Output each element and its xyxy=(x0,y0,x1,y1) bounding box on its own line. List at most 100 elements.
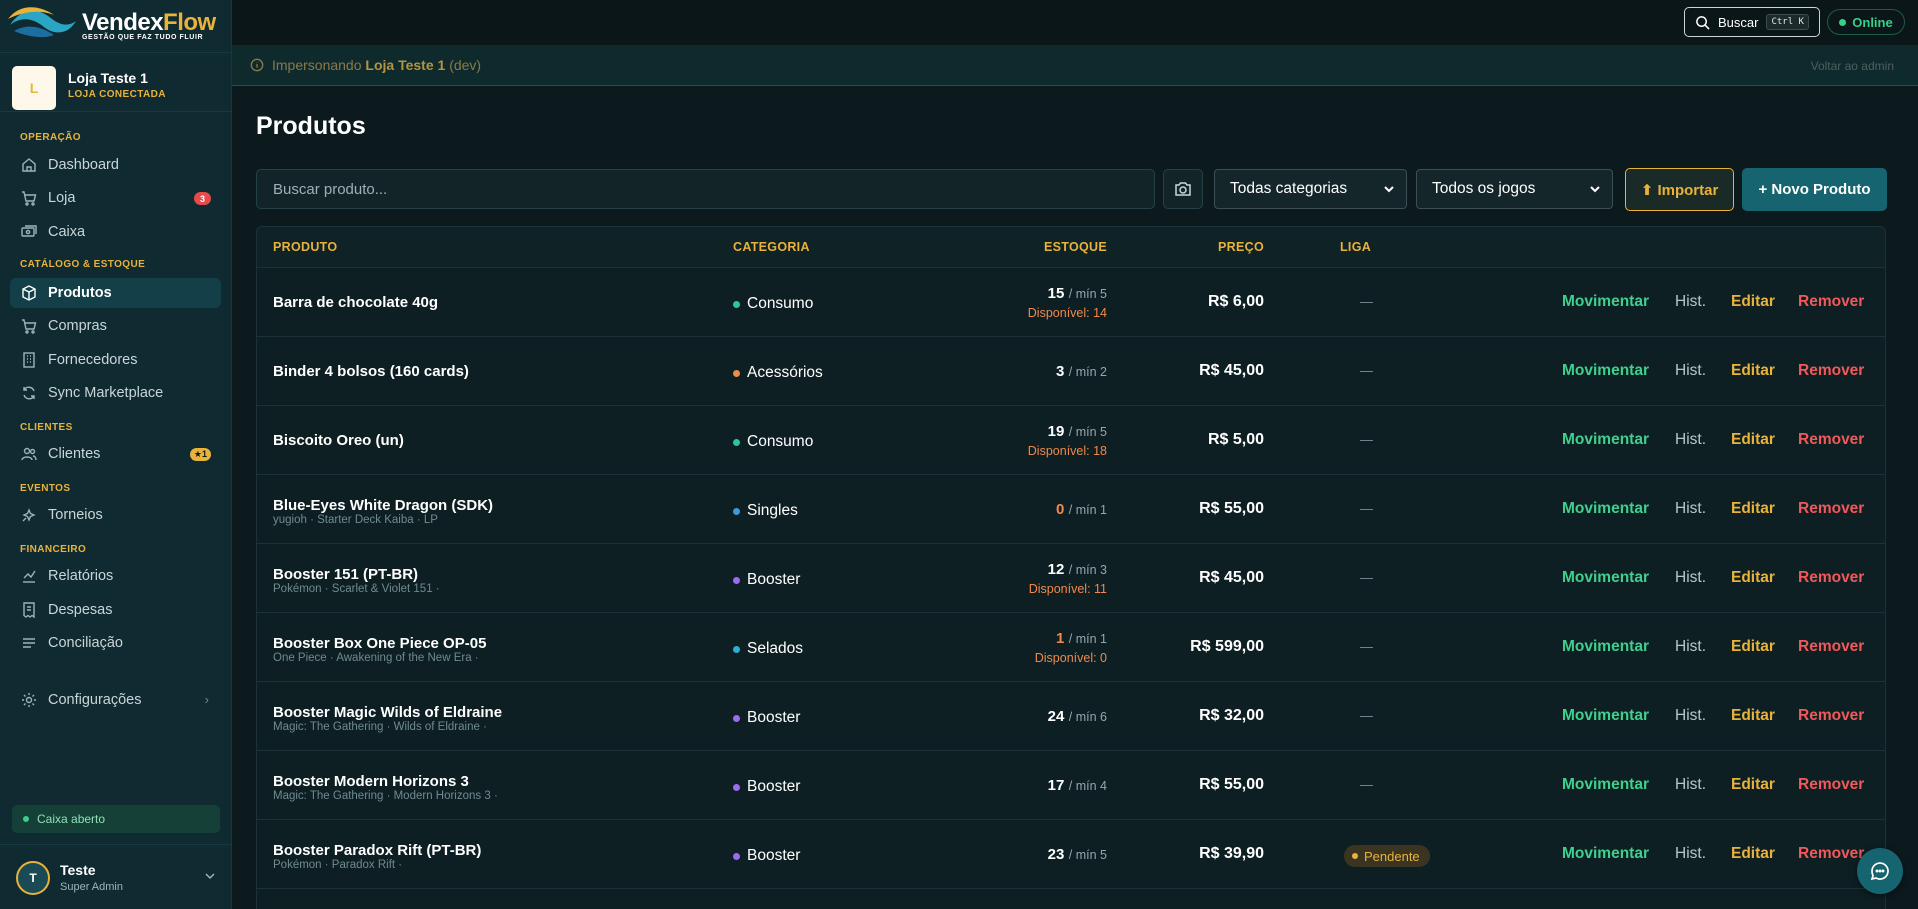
move-stock-button[interactable]: Movimentar xyxy=(1562,845,1649,863)
user-menu[interactable]: T Teste Super Admin xyxy=(0,844,232,909)
topbar: Buscar Ctrl K Online xyxy=(232,0,1918,45)
remove-button[interactable]: Remover xyxy=(1798,500,1864,518)
edit-button[interactable]: Editar xyxy=(1731,431,1775,449)
edit-button[interactable]: Editar xyxy=(1731,707,1775,725)
product-price: R$ 39,90 xyxy=(1199,845,1264,862)
stock-qty: 3 xyxy=(1055,363,1065,380)
category-dot xyxy=(733,369,740,377)
product-name[interactable]: Booster Box One Piece OP-05 xyxy=(273,635,486,652)
move-stock-button[interactable]: Movimentar xyxy=(1562,293,1649,311)
back-to-admin-link[interactable]: Voltar ao admin xyxy=(1811,59,1894,73)
sidebar-item-loja[interactable]: Loja 3 xyxy=(10,183,221,213)
header-preco[interactable]: PREÇO xyxy=(1218,240,1264,254)
table-row[interactable]: Binder 4 bolsos (160 cards) Acessórios 3… xyxy=(257,337,1885,406)
remove-button[interactable]: Remover xyxy=(1798,293,1864,311)
product-name[interactable]: Biscoito Oreo (un) xyxy=(273,432,404,449)
stock-qty: 23 xyxy=(1047,846,1065,863)
move-stock-button[interactable]: Movimentar xyxy=(1562,638,1649,656)
table-row[interactable]: Booster Box One Piece OP-05 One Piece · … xyxy=(257,613,1885,682)
history-button[interactable]: Hist. xyxy=(1675,500,1706,518)
remove-button[interactable]: Remover xyxy=(1798,569,1864,587)
table-row[interactable]: Booster 151 (PT-BR) Pokémon · Scarlet & … xyxy=(257,544,1885,613)
sidebar-item-conciliacao[interactable]: Conciliação xyxy=(10,628,221,658)
edit-button[interactable]: Editar xyxy=(1731,362,1775,380)
header-produto[interactable]: PRODUTO xyxy=(273,240,337,254)
remove-button[interactable]: Remover xyxy=(1798,776,1864,794)
table-row[interactable]: Biscoito Oreo (un) Consumo 19 / mín 5 Di… xyxy=(257,406,1885,475)
edit-button[interactable]: Editar xyxy=(1731,500,1775,518)
stock-qty: 0 xyxy=(1055,501,1065,518)
header-estoque[interactable]: ESTOQUE xyxy=(1044,240,1107,254)
product-name[interactable]: Booster 151 (PT-BR) xyxy=(273,566,418,583)
header-categoria[interactable]: CATEGORIA xyxy=(733,240,810,254)
table-row[interactable]: Booster Paradox Rift (PT-BR) Pokémon · P… xyxy=(257,820,1885,889)
remove-button[interactable]: Remover xyxy=(1798,707,1864,725)
move-stock-button[interactable]: Movimentar xyxy=(1562,500,1649,518)
history-button[interactable]: Hist. xyxy=(1675,569,1706,587)
product-name[interactable]: Booster Paradox Rift (PT-BR) xyxy=(273,842,481,859)
edit-button[interactable]: Editar xyxy=(1731,293,1775,311)
history-button[interactable]: Hist. xyxy=(1675,431,1706,449)
product-name[interactable]: Booster Magic Wilds of Eldraine xyxy=(273,704,502,721)
history-button[interactable]: Hist. xyxy=(1675,638,1706,656)
edit-button[interactable]: Editar xyxy=(1731,845,1775,863)
product-name[interactable]: Binder 4 bolsos (160 cards) xyxy=(273,363,469,380)
product-name[interactable]: Booster Modern Horizons 3 xyxy=(273,773,469,790)
brand-logo[interactable]: VendexFlow GESTÃO QUE FAZ TUDO FLUIR xyxy=(8,5,228,43)
edit-button[interactable]: Editar xyxy=(1731,569,1775,587)
history-button[interactable]: Hist. xyxy=(1675,293,1706,311)
sidebar-item-despesas[interactable]: Despesas xyxy=(10,595,221,625)
caixa-status[interactable]: Caixa aberto xyxy=(12,805,220,833)
remove-button[interactable]: Remover xyxy=(1798,362,1864,380)
remove-button[interactable]: Remover xyxy=(1798,638,1864,656)
user-name: Teste xyxy=(60,862,96,878)
category-dot xyxy=(733,576,740,584)
history-button[interactable]: Hist. xyxy=(1675,845,1706,863)
table-row[interactable]: Booster Magic Wilds of Eldraine Magic: T… xyxy=(257,682,1885,751)
sidebar-item-caixa[interactable]: Caixa xyxy=(10,217,221,247)
history-button[interactable]: Hist. xyxy=(1675,707,1706,725)
cart-icon xyxy=(21,190,37,206)
import-button[interactable]: ⬆ Importar xyxy=(1625,168,1734,211)
brand-tagline: GESTÃO QUE FAZ TUDO FLUIR xyxy=(82,34,204,41)
sidebar-item-fornecedores[interactable]: Fornecedores xyxy=(10,345,221,375)
move-stock-button[interactable]: Movimentar xyxy=(1562,362,1649,380)
move-stock-button[interactable]: Movimentar xyxy=(1562,776,1649,794)
home-icon xyxy=(21,157,37,173)
table-row[interactable]: Blue-Eyes White Dragon (SDK) yugioh · St… xyxy=(257,475,1885,544)
sidebar-item-relatorios[interactable]: Relatórios xyxy=(10,561,221,591)
status-dot xyxy=(1839,18,1847,26)
move-stock-button[interactable]: Movimentar xyxy=(1562,707,1649,725)
camera-scan-button[interactable] xyxy=(1163,169,1203,209)
sidebar-item-sync-marketplace[interactable]: Sync Marketplace xyxy=(10,378,221,408)
history-button[interactable]: Hist. xyxy=(1675,362,1706,380)
store-card[interactable]: L Loja Teste 1 LOJA CONECTADA xyxy=(0,52,232,112)
status-dot xyxy=(23,816,29,822)
product-search-input[interactable]: Buscar produto... xyxy=(256,169,1155,209)
new-product-button[interactable]: + Novo Produto xyxy=(1742,168,1887,211)
remove-button[interactable]: Remover xyxy=(1798,431,1864,449)
edit-button[interactable]: Editar xyxy=(1731,638,1775,656)
history-button[interactable]: Hist. xyxy=(1675,776,1706,794)
category-select[interactable]: Todas categorias xyxy=(1214,169,1407,209)
game-select[interactable]: Todos os jogos xyxy=(1416,169,1613,209)
move-stock-button[interactable]: Movimentar xyxy=(1562,569,1649,587)
table-row[interactable]: Booster Modern Horizons 3 Magic: The Gat… xyxy=(257,751,1885,820)
product-name[interactable]: Blue-Eyes White Dragon (SDK) xyxy=(273,497,493,514)
sidebar-item-configuracoes[interactable]: Configurações › xyxy=(10,685,221,715)
global-search-button[interactable]: Buscar Ctrl K xyxy=(1684,7,1820,37)
header-liga[interactable]: LIGA xyxy=(1340,240,1371,254)
sidebar-item-produtos[interactable]: Produtos xyxy=(10,278,221,308)
product-name[interactable]: Barra de chocolate 40g xyxy=(273,294,438,311)
sidebar-item-dashboard[interactable]: Dashboard xyxy=(10,150,221,180)
sidebar-item-torneios[interactable]: Torneios xyxy=(10,500,221,530)
sidebar-item-clientes[interactable]: Clientes ★1 xyxy=(10,439,221,469)
move-stock-button[interactable]: Movimentar xyxy=(1562,431,1649,449)
remove-button[interactable]: Remover xyxy=(1798,845,1864,863)
chat-button[interactable] xyxy=(1857,848,1903,894)
sidebar-item-compras[interactable]: Compras xyxy=(10,311,221,341)
table-row[interactable]: Barra de chocolate 40g Consumo 15 / mín … xyxy=(257,268,1885,337)
stock-qty: 17 xyxy=(1047,777,1065,794)
edit-button[interactable]: Editar xyxy=(1731,776,1775,794)
chevron-down-icon xyxy=(204,869,216,887)
